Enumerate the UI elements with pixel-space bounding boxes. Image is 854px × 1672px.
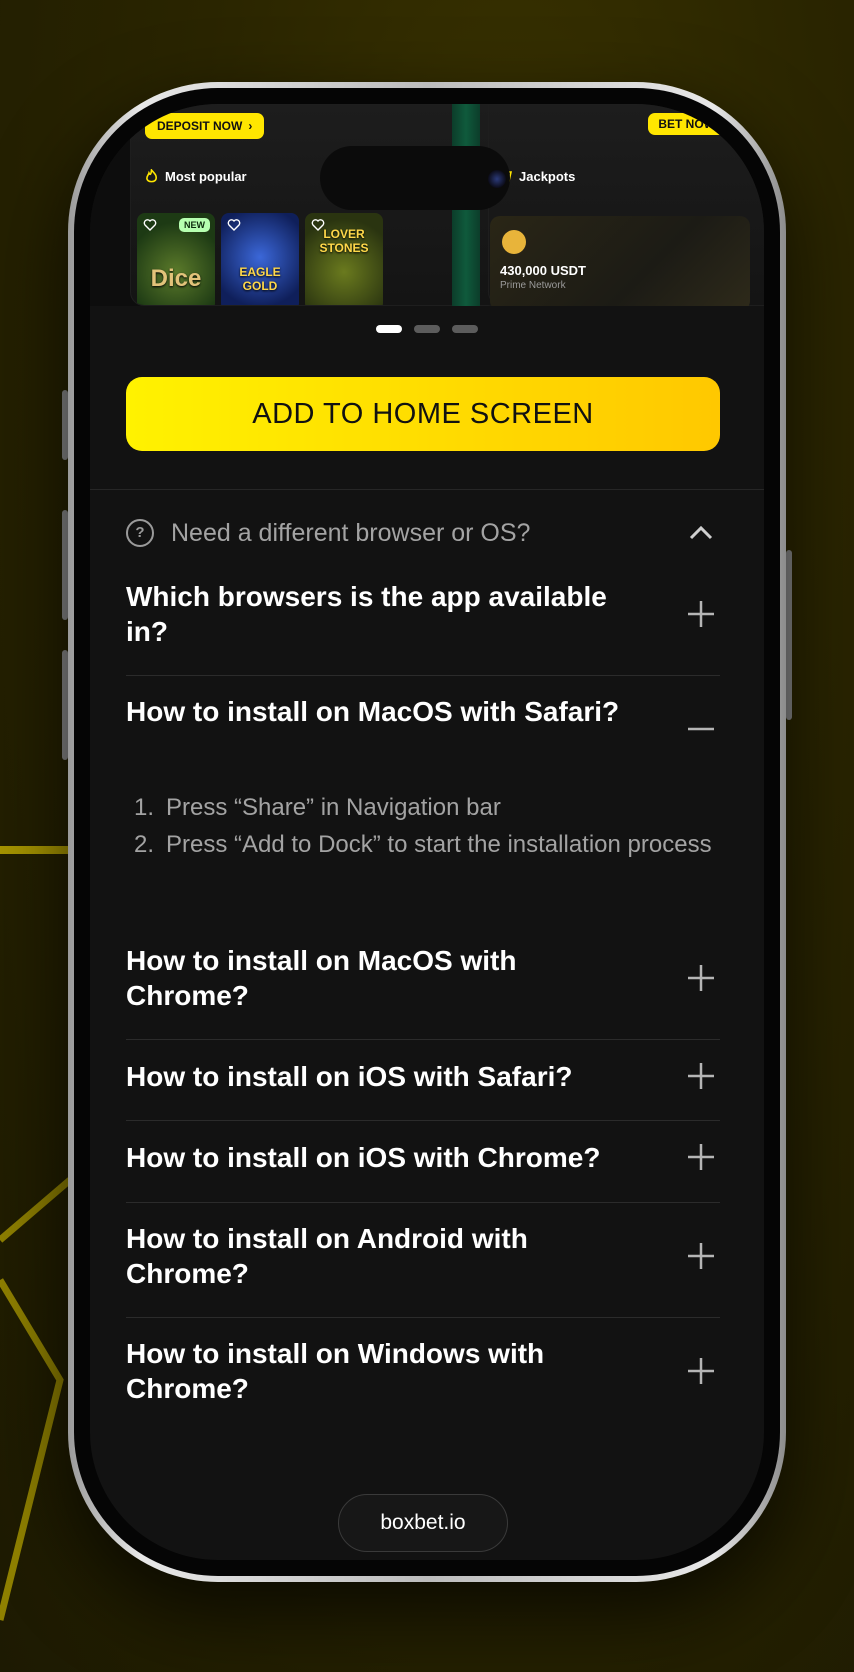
most-popular-heading: Most popular xyxy=(145,169,247,184)
heart-icon[interactable] xyxy=(227,218,241,232)
game-tile-lover-stones[interactable]: LOVER STONES xyxy=(305,213,383,305)
faq-question: How to install on iOS with Chrome? xyxy=(126,1142,601,1173)
faq-question: How to install on Windows with Chrome? xyxy=(126,1338,545,1404)
phone-screen: DEPOSIT NOW › Most popular NEW Dice EAGL… xyxy=(90,104,764,1560)
divider xyxy=(90,489,764,490)
plus-icon[interactable] xyxy=(686,963,716,993)
phone-power-button xyxy=(786,550,792,720)
carousel-dot[interactable] xyxy=(414,325,440,333)
add-to-home-screen-button[interactable]: ADD TO HOME SCREEN xyxy=(126,377,720,451)
plus-icon[interactable] xyxy=(686,599,716,629)
step-number: 2. xyxy=(134,831,155,858)
faq-item[interactable]: How to install on MacOS with Chrome? xyxy=(126,943,720,1013)
jackpots-heading: Jackpots xyxy=(499,169,575,184)
minus-icon[interactable] xyxy=(686,714,716,744)
flame-icon xyxy=(146,169,157,183)
plus-icon[interactable] xyxy=(686,1142,716,1172)
jackpot-card[interactable]: 430,000 USDT Prime Network xyxy=(490,216,750,306)
deposit-now-label: DEPOSIT NOW xyxy=(157,119,243,133)
faq-divider xyxy=(126,1202,720,1203)
step-number: 1. xyxy=(134,794,155,821)
help-circle-icon: ? xyxy=(126,519,154,547)
game-title: LOVER STONES xyxy=(319,227,369,255)
faq-divider xyxy=(126,1317,720,1318)
carousel-dot[interactable] xyxy=(376,325,402,333)
chevron-right-icon: › xyxy=(721,117,725,131)
plus-icon[interactable] xyxy=(686,1241,716,1271)
promo-carousel[interactable]: DEPOSIT NOW › Most popular NEW Dice EAGL… xyxy=(90,104,764,306)
different-browser-toggle[interactable]: ? Need a different browser or OS? xyxy=(126,516,720,550)
heart-icon[interactable] xyxy=(143,218,157,232)
site-url-pill[interactable]: boxbet.io xyxy=(338,1494,508,1552)
different-browser-label: Need a different browser or OS? xyxy=(171,518,531,547)
new-badge: NEW xyxy=(179,218,210,232)
game-title: Dice xyxy=(150,265,202,292)
step-text: Press “Share” in Navigation bar xyxy=(166,794,501,821)
carousel-dot[interactable] xyxy=(452,325,478,333)
game-title: EAGLE GOLD xyxy=(239,265,281,293)
game-tile-dice[interactable]: NEW Dice xyxy=(137,213,215,305)
phone-frame: DEPOSIT NOW › Most popular NEW Dice EAGL… xyxy=(68,82,786,1582)
faq-question: How to install on MacOS with Safari? xyxy=(126,696,620,727)
carousel-pagination xyxy=(90,325,764,333)
plus-icon[interactable] xyxy=(686,1356,716,1386)
faq-question: How to install on MacOS with Chrome? xyxy=(126,945,517,1011)
faq-item-expanded[interactable]: How to install on MacOS with Safari? xyxy=(126,694,720,731)
chevron-up-icon[interactable] xyxy=(688,522,714,544)
bet-now-button[interactable]: BET NOW › xyxy=(648,113,735,135)
faq-answer: 1. Press “Share” in Navigation bar 2. Pres… xyxy=(126,789,720,863)
jackpot-network: Prime Network xyxy=(500,280,566,291)
step-text: Press “Add to Dock” to start the install… xyxy=(166,831,712,858)
jackpot-amount: 430,000 USDT xyxy=(500,263,586,278)
jackpots-label: Jackpots xyxy=(519,169,576,184)
most-popular-label: Most popular xyxy=(165,169,247,184)
faq-answer-step: 1. Press “Share” in Navigation bar xyxy=(126,789,720,826)
coin-icon xyxy=(502,230,526,254)
faq-divider xyxy=(126,675,720,676)
faq-question: How to install on Android with Chrome? xyxy=(126,1223,528,1289)
camera-lens xyxy=(488,170,506,188)
chevron-right-icon: › xyxy=(248,119,253,133)
faq-question: Which browsers is the app available in? xyxy=(126,581,607,647)
faq-item[interactable]: Which browsers is the app available in? xyxy=(126,579,720,649)
faq-divider xyxy=(126,1039,720,1040)
game-tile-eagle-gold[interactable]: EAGLE GOLD xyxy=(221,213,299,305)
faq-item[interactable]: How to install on Android with Chrome? xyxy=(126,1221,720,1291)
dynamic-island xyxy=(320,146,510,210)
faq-question: How to install on iOS with Safari? xyxy=(126,1061,573,1092)
faq-answer-step: 2. Press “Add to Dock” to start the insta… xyxy=(126,826,720,863)
deposit-now-button[interactable]: DEPOSIT NOW › xyxy=(145,113,265,139)
faq-item[interactable]: How to install on Windows with Chrome? xyxy=(126,1336,720,1406)
faq-item[interactable]: How to install on iOS with Chrome? xyxy=(126,1140,720,1175)
faq-item[interactable]: How to install on iOS with Safari? xyxy=(126,1059,720,1094)
plus-icon[interactable] xyxy=(686,1061,716,1091)
faq-divider xyxy=(126,1120,720,1121)
phone-bezel: DEPOSIT NOW › Most popular NEW Dice EAGL… xyxy=(74,88,780,1576)
bet-now-label: BET NOW xyxy=(658,117,715,131)
